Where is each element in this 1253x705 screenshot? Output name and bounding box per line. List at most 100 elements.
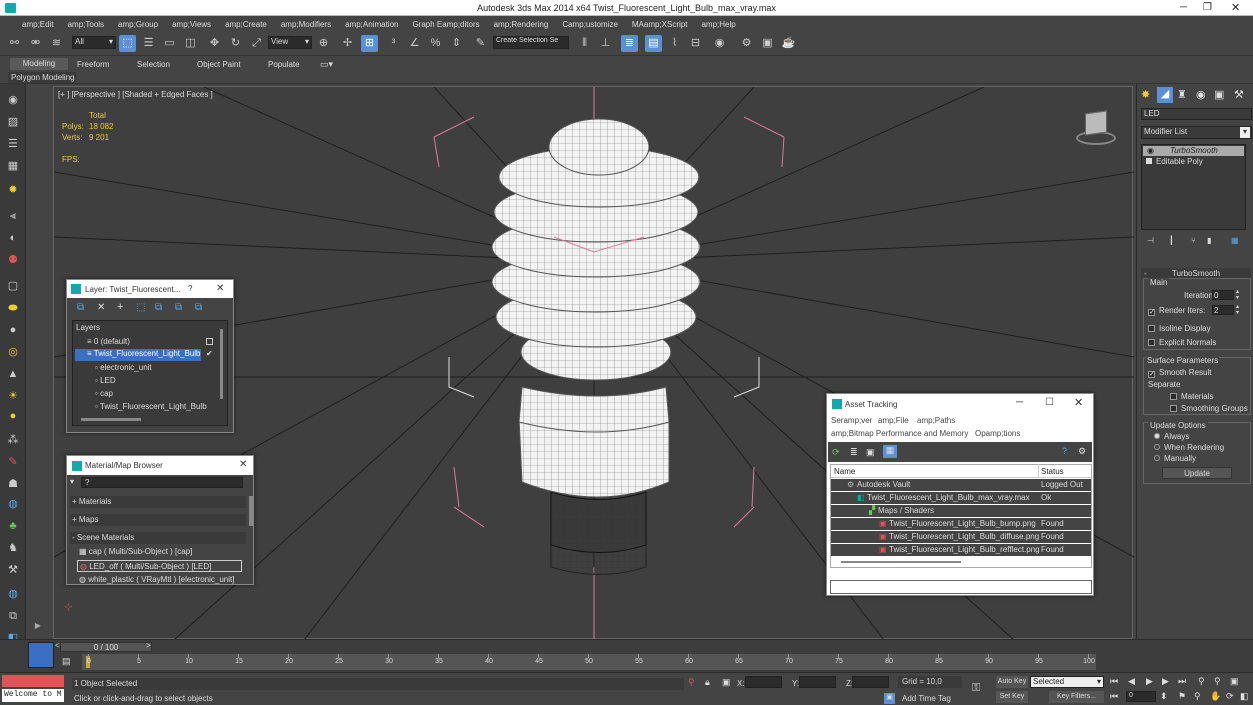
bind-spacewarp-icon[interactable]: ≋ bbox=[48, 35, 65, 52]
close-icon[interactable]: ✕ bbox=[1231, 1, 1240, 14]
menu-tools[interactable]: amp;Tools bbox=[68, 20, 104, 29]
settings-icon[interactable]: ⚙ bbox=[1078, 446, 1086, 457]
material-item[interactable]: ◍ white_plastic ( VRayMtl ) [electronic_… bbox=[77, 574, 245, 586]
render-setup-icon[interactable]: ⚙ bbox=[738, 35, 755, 52]
remove-modifier-icon[interactable]: ▮ bbox=[1207, 236, 1211, 245]
expand-icon[interactable] bbox=[1146, 158, 1152, 164]
zoom-all-icon[interactable]: ⚲ bbox=[1214, 676, 1221, 687]
menu-file[interactable]: amp;File bbox=[878, 416, 909, 425]
render-production-icon[interactable]: ☕ bbox=[780, 35, 797, 52]
sphere-icon[interactable]: ● bbox=[4, 322, 22, 338]
make-unique-icon[interactable]: ⑂ bbox=[1191, 236, 1196, 245]
select-object-icon[interactable]: ⬚ bbox=[119, 35, 136, 52]
list-view-icon[interactable]: ≣ bbox=[850, 447, 858, 458]
prev-frame-icon[interactable]: ◀ bbox=[1128, 676, 1135, 687]
orbit-icon[interactable]: ⟳ bbox=[1226, 691, 1234, 702]
field-of-view-icon[interactable]: ⚑ bbox=[1178, 691, 1186, 702]
group-materials[interactable]: + Materials bbox=[70, 496, 246, 508]
snap-toggle-icon[interactable]: ³ bbox=[385, 35, 402, 52]
filter-icon[interactable]: ⫷ bbox=[4, 208, 22, 224]
search-options-icon[interactable]: ▾ bbox=[70, 477, 74, 486]
menu-graph-editors[interactable]: Graph Eamp;ditors bbox=[412, 20, 479, 29]
menu-help[interactable]: amp;Help bbox=[701, 20, 735, 29]
isoline-checkbox[interactable] bbox=[1148, 324, 1159, 333]
time-config-icon[interactable]: ⬍ bbox=[1160, 691, 1168, 702]
light-icon[interactable]: ✹ bbox=[4, 182, 22, 198]
layer-object-row[interactable]: ▫ electronic_unit bbox=[95, 363, 152, 372]
stack-editable-poly[interactable]: Editable Poly bbox=[1156, 157, 1203, 166]
mirror-icon[interactable]: ⫴ bbox=[576, 35, 593, 52]
angle-snap-icon[interactable]: ∠ bbox=[406, 35, 423, 52]
delete-layer-icon[interactable]: ✕ bbox=[97, 302, 105, 313]
update-button[interactable]: Update bbox=[1162, 467, 1232, 479]
grid-icon[interactable]: ▦ bbox=[4, 158, 22, 174]
go-to-start-icon[interactable]: ⏮ bbox=[1110, 676, 1118, 687]
display-tab-icon[interactable]: ▣ bbox=[1214, 88, 1224, 101]
menu-views[interactable]: amp;Views bbox=[172, 20, 211, 29]
play-icon[interactable]: ▶ bbox=[1146, 676, 1153, 687]
spinner-arrows-icon[interactable]: ▴ ▾ bbox=[1236, 289, 1239, 301]
maximize-icon[interactable]: ❐ bbox=[1203, 2, 1212, 13]
tools-icon[interactable]: ⚒ bbox=[4, 562, 22, 578]
maxscript-mini[interactable] bbox=[2, 675, 64, 687]
image-icon[interactable]: ▨ bbox=[4, 114, 22, 130]
plant-icon[interactable]: ♣ bbox=[4, 518, 22, 534]
tab-modeling[interactable]: Modeling bbox=[10, 58, 68, 70]
render-iters-spinner[interactable]: 2 bbox=[1212, 305, 1234, 315]
layer-row[interactable]: ≡ 0 (default) bbox=[87, 337, 209, 346]
toggle-tracks-icon[interactable]: ▤ bbox=[62, 656, 71, 667]
mini-curve-editor-button[interactable] bbox=[28, 642, 54, 668]
h-scrollbar[interactable] bbox=[841, 561, 961, 563]
menu-customize[interactable]: Camp;ustomize bbox=[562, 20, 618, 29]
close-icon[interactable]: ✕ bbox=[1074, 396, 1083, 409]
group-maps[interactable]: + Maps bbox=[70, 514, 246, 526]
track-bar[interactable]: 0 5 10 15 20 25 30 35 40 45 50 55 60 65 70 75 80 85 90 95 10… bbox=[82, 654, 1096, 670]
tab-freeform[interactable]: Freeform bbox=[77, 60, 109, 69]
particles-icon[interactable]: ⁂ bbox=[4, 432, 22, 448]
time-slider[interactable]: 0 / 100 bbox=[60, 642, 152, 652]
utilities-tab-icon[interactable]: ⚒ bbox=[1234, 88, 1244, 101]
layer-object-row[interactable]: ▫ Twist_Fluorescent_Light_Bulb bbox=[95, 402, 207, 411]
materials-checkbox[interactable] bbox=[1170, 392, 1181, 401]
modify-tab-icon[interactable]: ◢ bbox=[1157, 87, 1173, 103]
go-to-end-icon[interactable]: ⏭ bbox=[1178, 676, 1186, 687]
tab-selection[interactable]: Selection bbox=[137, 60, 170, 69]
render-iters-checkbox[interactable]: ✓ bbox=[1148, 306, 1159, 316]
hide-all-icon[interactable]: ⧉ bbox=[175, 302, 182, 313]
hierarchy-tab-icon[interactable]: ♜ bbox=[1177, 88, 1187, 101]
expand-play-icon[interactable]: ▶ bbox=[32, 620, 44, 632]
camera-icon[interactable]: ◐ bbox=[4, 230, 22, 246]
col-name[interactable]: Name bbox=[834, 467, 855, 476]
manually-radio[interactable] bbox=[1154, 454, 1164, 463]
v-scrollbar[interactable] bbox=[249, 496, 253, 526]
scale-icon[interactable]: ⤢ bbox=[248, 35, 265, 52]
menu-group[interactable]: amp;Group bbox=[118, 20, 158, 29]
set-key-button[interactable]: Set Key bbox=[996, 691, 1028, 703]
path-field[interactable] bbox=[830, 580, 1092, 594]
highlight-layer-icon[interactable]: ⧉ bbox=[155, 302, 162, 313]
table-row[interactable]: ◧ Twist_Fluorescent_Light_Bulb_max_vray.… bbox=[831, 492, 1091, 504]
search-input[interactable]: ? bbox=[81, 477, 243, 488]
menu-rendering[interactable]: amp;Rendering bbox=[494, 20, 549, 29]
freeze-all-icon[interactable]: ⧉ bbox=[195, 302, 202, 313]
named-selection-dropdown[interactable]: Create Selection Se bbox=[493, 36, 569, 49]
smoothing-groups-checkbox[interactable] bbox=[1170, 404, 1181, 413]
ribbon-options-icon[interactable]: ▭▾ bbox=[320, 59, 333, 70]
key-filters-button[interactable]: Key Filters... bbox=[1049, 691, 1104, 703]
material-editor-icon[interactable]: ◉ bbox=[711, 35, 728, 52]
close-icon[interactable]: ✕ bbox=[239, 459, 247, 470]
align-icon[interactable]: ⊥ bbox=[597, 35, 614, 52]
col-status[interactable]: Status bbox=[1041, 467, 1064, 476]
viewport-label[interactable]: [+ ] [Perspective ] [Shaded + Edged Face… bbox=[58, 90, 213, 99]
eye-icon[interactable]: ◉ bbox=[4, 92, 22, 108]
spinner-snap-icon[interactable]: ⇕ bbox=[448, 35, 465, 52]
smooth-result-checkbox[interactable]: ✓ bbox=[1148, 368, 1159, 378]
y-coord-field[interactable] bbox=[799, 676, 836, 688]
show-end-result-icon[interactable]: ┃ bbox=[1169, 236, 1174, 245]
bulb-toggle-icon[interactable]: ◉ bbox=[1147, 146, 1154, 155]
schematic-view-icon[interactable]: ⊟ bbox=[687, 35, 704, 52]
current-frame-field[interactable]: 0 bbox=[1126, 691, 1156, 702]
object-name-field[interactable]: LED bbox=[1141, 108, 1252, 120]
layer-object-row[interactable]: ▫ LED bbox=[95, 376, 116, 385]
key-mode-toggle-icon[interactable]: ⏮ bbox=[1110, 691, 1118, 702]
